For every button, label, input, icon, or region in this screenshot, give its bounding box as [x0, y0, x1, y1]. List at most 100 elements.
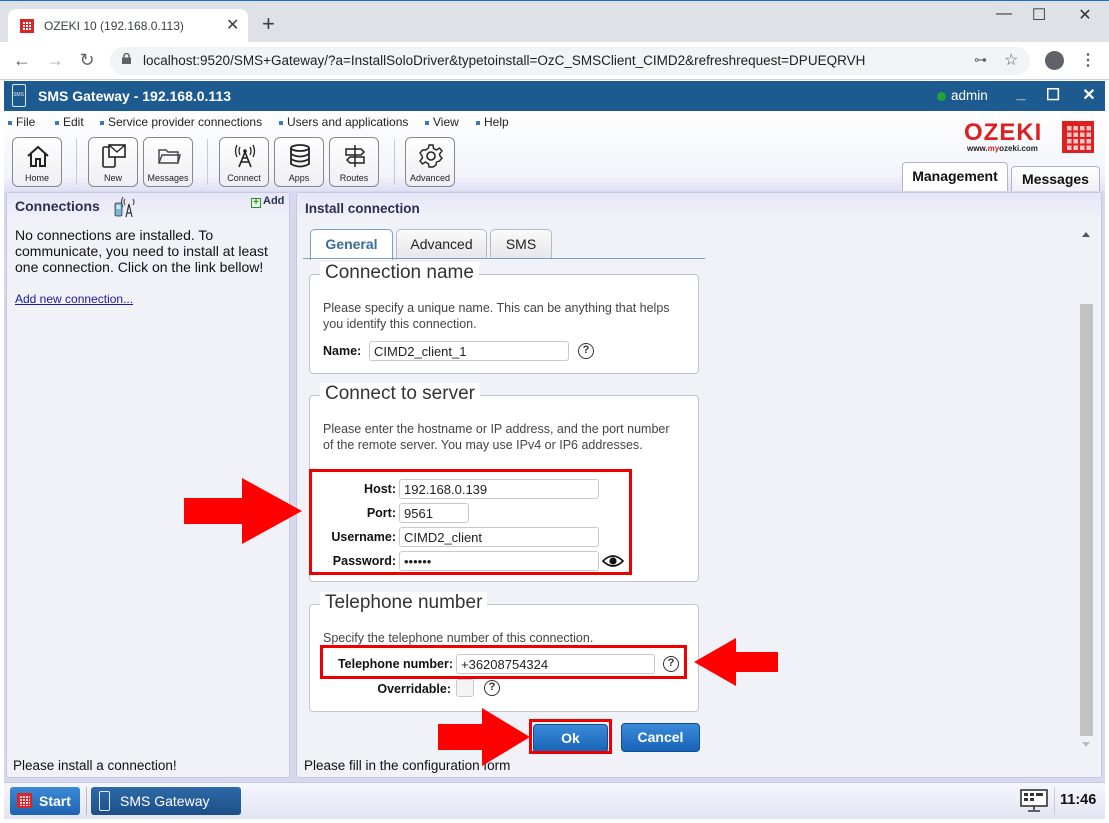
no-connections-message: No connections are installed. To communi… — [15, 227, 268, 275]
form-tab-general[interactable]: General — [310, 229, 393, 260]
ozeki-logo-url: www.myozeki.com — [967, 144, 1038, 153]
toolbar-advanced-button[interactable]: Advanced — [405, 137, 455, 187]
toolbar-connect-button[interactable]: Connect — [219, 137, 269, 187]
toolbar-new-button[interactable]: New — [88, 137, 138, 187]
app-title-bar: SMS SMS Gateway - 192.168.0.113 admin _ … — [4, 81, 1105, 111]
app-maximize-button[interactable]: ☐ — [1042, 85, 1064, 105]
menu-file[interactable]: File — [8, 115, 35, 129]
install-connection-title: Install connection — [305, 201, 420, 216]
annotation-highlight-ok — [529, 719, 612, 754]
name-help-icon[interactable]: ? — [578, 343, 594, 359]
toolbar-separator — [394, 139, 395, 185]
tab-messages[interactable]: Messages — [1011, 166, 1100, 191]
taskbar: Start SMS Gateway 11:46 — [4, 782, 1105, 819]
tab-underline — [303, 258, 705, 259]
annotation-arrow-left-icon — [694, 638, 778, 686]
name-label: Name: — [323, 344, 362, 358]
connections-panel-header: Connections + Add — [7, 193, 289, 219]
menu-edit[interactable]: Edit — [55, 115, 84, 129]
sms-phone-icon — [99, 791, 110, 811]
overridable-checkbox[interactable] — [456, 679, 474, 697]
add-new-connection-link[interactable]: Add new connection... — [15, 292, 133, 306]
new-message-icon — [102, 144, 126, 168]
url-input[interactable]: localhost:9520/SMS+Gateway/?a=InstallSol… — [110, 47, 1030, 75]
ozeki-favicon-icon — [20, 19, 34, 33]
telephone-number-legend: Telephone number — [320, 592, 488, 614]
menu-toolbar-area: File Edit Service provider connections U… — [4, 111, 1105, 191]
menu-users-and-applications[interactable]: Users and applications — [279, 115, 408, 129]
menu-view[interactable]: View — [425, 115, 459, 129]
connection-name-section: Connection name Please specify a unique … — [309, 262, 699, 374]
tab-management[interactable]: Management — [902, 162, 1008, 191]
overridable-help-icon[interactable]: ? — [484, 680, 500, 696]
browser-tab-strip: OZEKI 10 (192.168.0.113) ✕ + — ☐ ✕ — [0, 0, 1109, 43]
toolbar-apps-button[interactable]: Apps — [274, 137, 324, 187]
left-status-text: Please install a connection! — [13, 758, 177, 773]
install-connection-header: Install connection — [297, 193, 1101, 219]
forward-arrow-icon[interactable]: → — [43, 50, 67, 71]
annotation-arrow-right-icon — [184, 478, 302, 544]
desktop-monitor-icon[interactable] — [1020, 789, 1048, 813]
form-scrollbar[interactable] — [1078, 226, 1095, 756]
annotation-highlight-telephone — [320, 645, 687, 679]
new-tab-button[interactable]: + — [262, 13, 275, 35]
connect-to-server-description: Please enter the hostname or IP address,… — [323, 422, 670, 452]
url-text: localhost:9520/SMS+Gateway/?a=InstallSol… — [143, 53, 866, 68]
clock-separator — [1054, 787, 1055, 815]
connection-antenna-icon — [114, 196, 135, 218]
telephone-number-description: Specify the telephone number of this con… — [323, 631, 594, 645]
lock-icon — [122, 53, 131, 64]
connections-title: Connections — [15, 198, 100, 214]
menu-service-provider-connections[interactable]: Service provider connections — [100, 115, 262, 129]
browser-menu-icon[interactable]: ⋮ — [1080, 50, 1096, 70]
app-title: SMS Gateway - 192.168.0.113 — [38, 88, 232, 104]
online-status-icon — [937, 92, 946, 101]
clock: 11:46 — [1060, 792, 1097, 808]
back-arrow-icon[interactable]: ← — [10, 50, 34, 71]
key-icon[interactable]: ⊶ — [974, 52, 987, 68]
add-connection-button[interactable]: + Add — [251, 195, 284, 208]
toolbar-separator — [207, 139, 208, 185]
start-button[interactable]: Start — [10, 787, 80, 815]
taskbar-separator — [86, 787, 87, 815]
menu-help[interactable]: Help — [476, 115, 509, 129]
app-minimize-button[interactable]: _ — [1010, 85, 1032, 103]
address-bar-row: ← → ↻ localhost:9520/SMS+Gateway/?a=Inst… — [0, 42, 1109, 80]
sms-phone-icon: SMS — [12, 84, 26, 107]
taskbar-sms-gateway-button[interactable]: SMS Gateway — [91, 787, 241, 815]
tab-title: OZEKI 10 (192.168.0.113) — [44, 19, 184, 33]
cancel-button[interactable]: Cancel — [621, 723, 700, 752]
tab-close-icon[interactable]: ✕ — [226, 15, 239, 35]
annotation-arrow-ok-icon — [438, 708, 530, 766]
connection-name-description: Please specify a unique name. This can b… — [323, 301, 670, 331]
browser-tab[interactable]: OZEKI 10 (192.168.0.113) ✕ — [8, 9, 248, 43]
bookmark-star-icon[interactable]: ☆ — [1004, 50, 1018, 70]
ozeki-start-icon — [17, 793, 32, 808]
browser-close-button[interactable]: ✕ — [1070, 5, 1100, 25]
gear-icon — [419, 144, 443, 168]
toolbar-home-button[interactable]: Home — [12, 137, 62, 187]
ozeki-grid-icon — [1062, 121, 1094, 153]
reload-icon[interactable]: ↻ — [75, 50, 99, 71]
connection-name-legend: Connection name — [320, 262, 479, 284]
annotation-highlight-server-fields — [309, 469, 632, 575]
app-close-button[interactable]: ✕ — [1078, 85, 1100, 105]
overridable-label: Overridable: — [377, 682, 451, 696]
home-icon — [27, 145, 49, 167]
form-tab-sms[interactable]: SMS — [490, 229, 552, 259]
scroll-down-arrow-icon[interactable] — [1082, 742, 1090, 747]
name-input[interactable] — [369, 341, 569, 361]
antenna-icon — [234, 144, 256, 168]
toolbar-messages-button[interactable]: Messages — [143, 137, 193, 187]
browser-minimize-button[interactable]: — — [989, 5, 1019, 23]
profile-avatar-icon[interactable] — [1045, 51, 1064, 70]
scroll-up-arrow-icon[interactable] — [1082, 232, 1090, 237]
browser-maximize-button[interactable]: ☐ — [1024, 5, 1054, 25]
user-name[interactable]: admin — [951, 88, 988, 103]
database-icon — [290, 144, 310, 168]
form-tab-advanced[interactable]: Advanced — [396, 229, 487, 259]
toolbar-routes-button[interactable]: Routes — [329, 137, 379, 187]
scrollbar-thumb[interactable] — [1080, 304, 1093, 736]
plus-icon: + — [251, 198, 261, 208]
connect-to-server-legend: Connect to server — [320, 383, 480, 405]
